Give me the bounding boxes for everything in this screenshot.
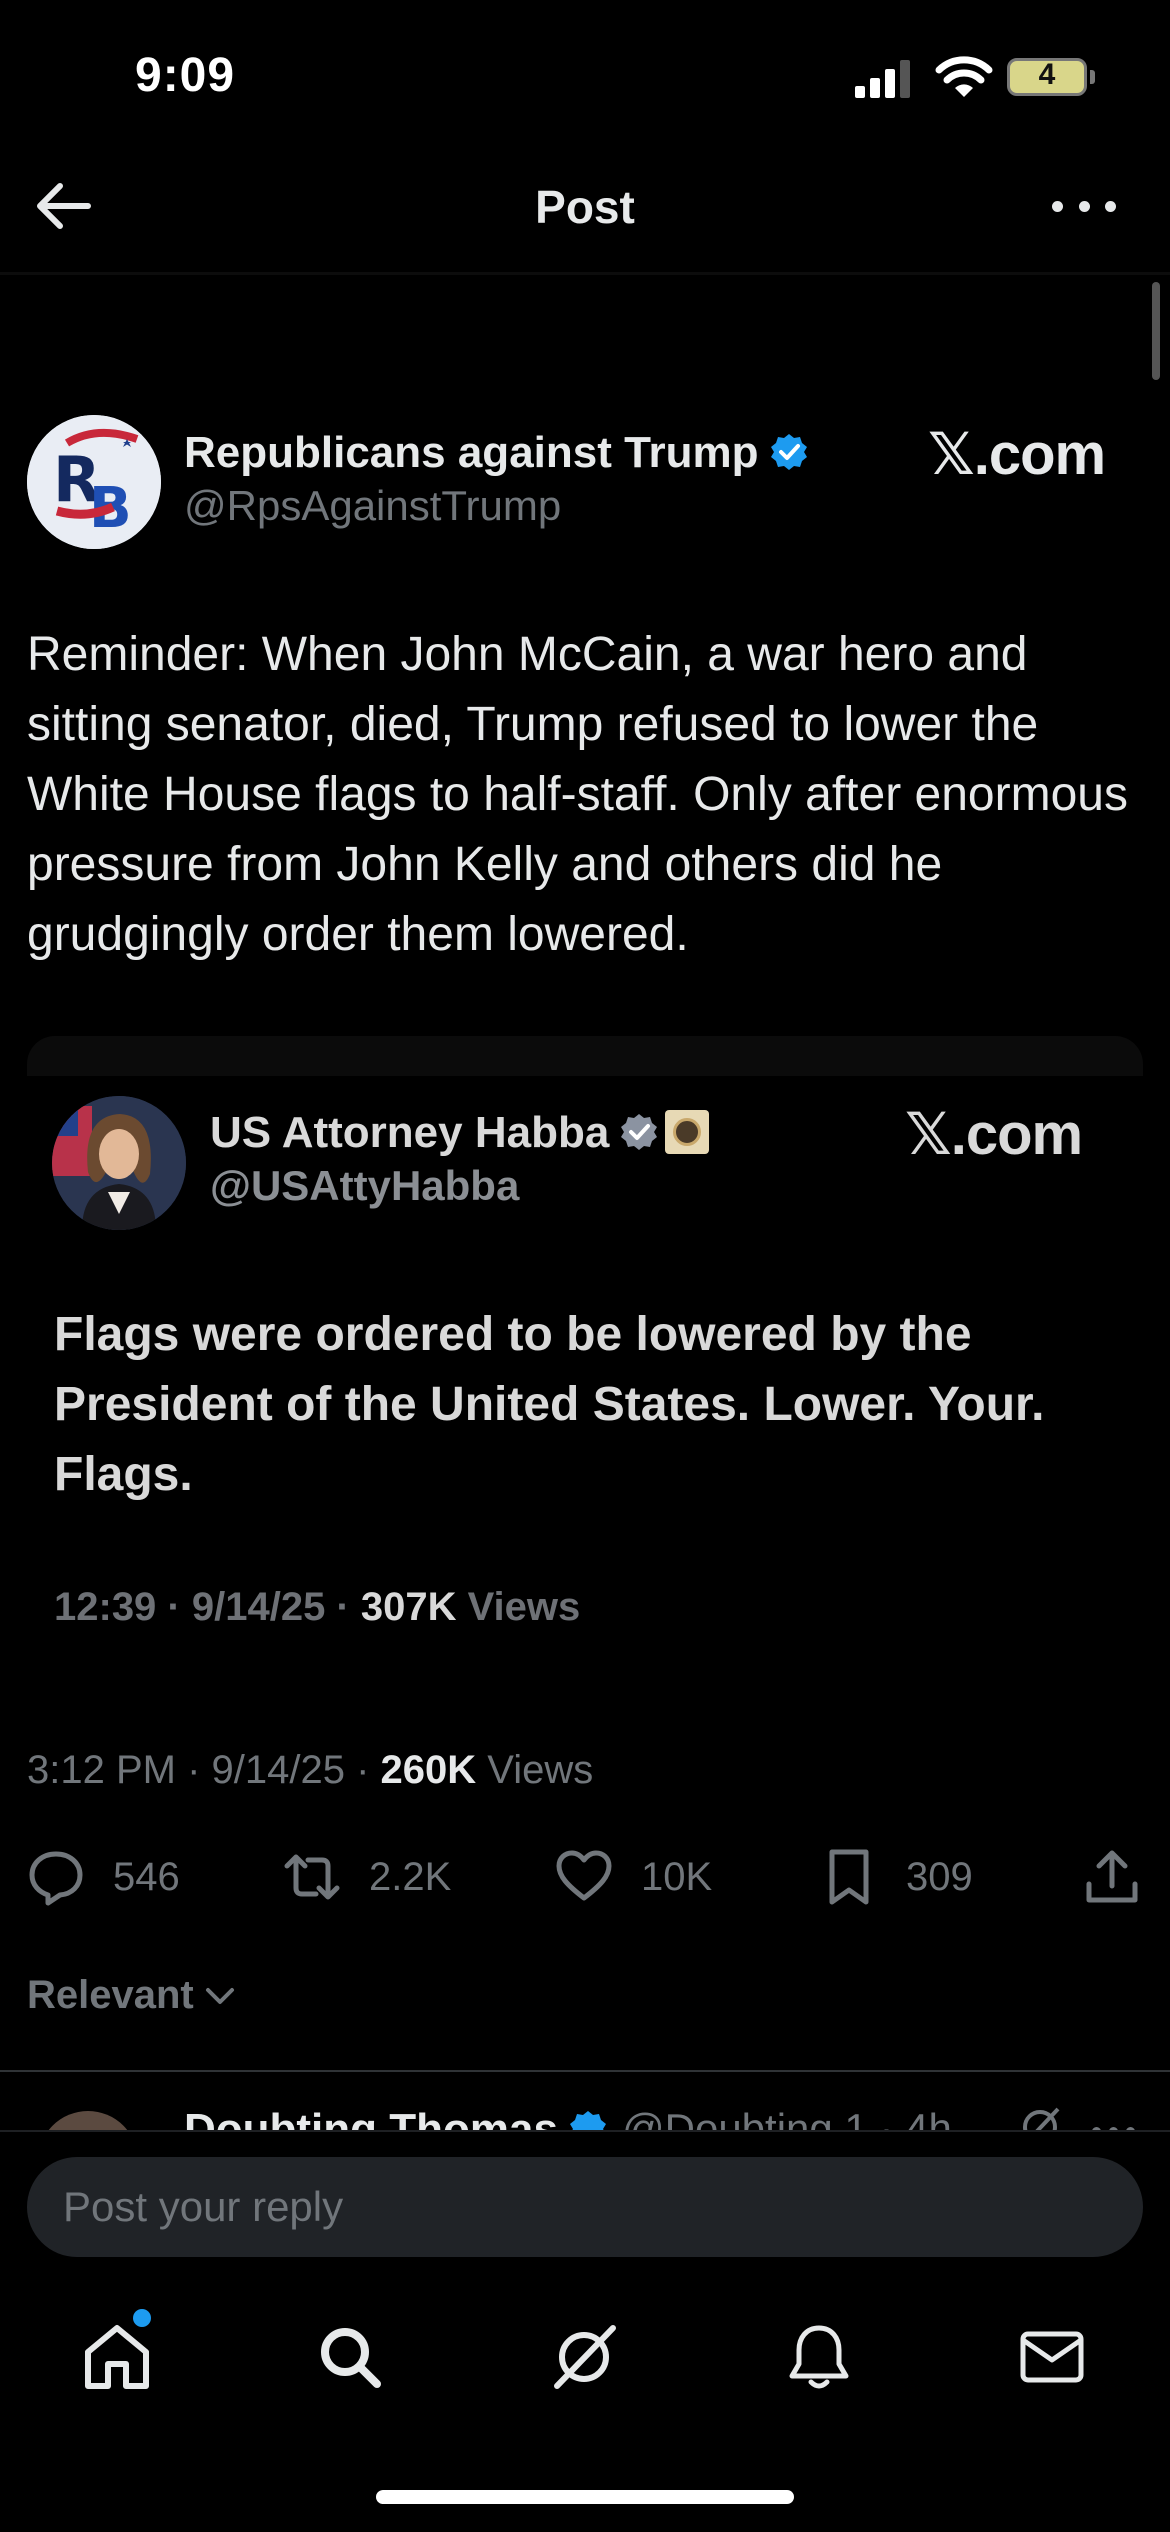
post-views-count: 260K <box>380 1748 477 1792</box>
verified-badge-icon <box>621 1114 658 1150</box>
rb-logo-icon: R B <box>27 415 161 549</box>
post-meta: 3:12 PM · 9/14/25 · 260K Views <box>27 1748 593 1793</box>
page-title: Post <box>535 181 635 233</box>
reply-icon <box>29 1851 83 1906</box>
bookmark-button[interactable]: 309 <box>820 1842 973 1912</box>
post-meta-time: 3:12 PM · 9/14/25 · <box>27 1748 381 1792</box>
tab-home[interactable] <box>80 2320 154 2394</box>
verified-badge-icon <box>569 2111 606 2130</box>
reply-handle-time: @Doubting 1 · 4h <box>622 2105 952 2130</box>
reply-author-name-text: Doubting Thomas <box>184 2105 558 2130</box>
embed-author-name-text: US Attorney Habba <box>210 1108 610 1157</box>
like-count: 10K <box>641 1854 713 1899</box>
battery-icon: 4 <box>1007 58 1087 96</box>
battery-tip <box>1090 70 1095 84</box>
embed-author-avatar <box>52 1096 186 1230</box>
embed-x-watermark: 𝕏.com <box>905 1102 1083 1167</box>
author-name-text: Republicans against Trump <box>184 428 759 477</box>
bookmark-count: 309 <box>906 1854 973 1899</box>
author-avatar[interactable]: R B <box>27 415 161 549</box>
grok-icon[interactable] <box>1018 2105 1062 2130</box>
author-name[interactable]: Republicans against Trump <box>184 428 809 478</box>
sort-relevant-dropdown[interactable]: Relevant <box>27 1973 238 2018</box>
embed-meta-time: 12:39 · 9/14/25 · <box>54 1585 361 1629</box>
share-icon <box>1086 1850 1138 1903</box>
embed-views-count: 307K <box>360 1585 457 1629</box>
cellular-signal-icon <box>855 60 910 98</box>
more-options-button[interactable] <box>1052 178 1116 234</box>
tab-messages[interactable] <box>1015 2320 1089 2394</box>
tab-search[interactable] <box>313 2320 387 2394</box>
sort-label: Relevant <box>27 1973 194 2017</box>
reply-avatar[interactable] <box>38 2111 138 2130</box>
tab-notifications[interactable] <box>782 2320 856 2394</box>
status-time: 9:09 <box>135 49 236 102</box>
mail-icon <box>1020 2331 1084 2383</box>
post-views-label: Views <box>476 1748 594 1792</box>
reply-divider <box>0 2070 1170 2072</box>
repost-button[interactable]: 2.2K <box>283 1842 451 1912</box>
battery-level: 4 <box>1038 58 1056 91</box>
embed-author-name: US Attorney Habba <box>210 1108 710 1158</box>
chevron-down-icon <box>205 1987 234 2004</box>
bell-icon <box>789 2325 849 2389</box>
embed-views-label: Views <box>456 1585 581 1629</box>
verified-badge-icon <box>770 434 807 470</box>
more-dot-icon <box>1105 200 1116 212</box>
reply-input[interactable] <box>27 2157 1143 2257</box>
header-divider <box>0 272 1170 275</box>
more-dot-icon <box>1078 200 1090 212</box>
like-button[interactable]: 10K <box>555 1842 712 1912</box>
reply-button[interactable]: 546 <box>27 1842 180 1912</box>
home-icon <box>85 2325 149 2389</box>
x-watermark: 𝕏.com <box>928 422 1106 487</box>
share-button[interactable] <box>1083 1842 1169 1912</box>
embed-author-handle: @USAttyHabba <box>210 1162 520 1209</box>
notification-dot <box>133 2309 151 2327</box>
embedded-card-edge <box>27 1036 1143 1076</box>
reply-count: 546 <box>113 1854 180 1899</box>
post-text: Reminder: When John McCain, a war hero a… <box>27 628 1128 961</box>
search-icon <box>321 2328 381 2388</box>
bookmark-icon <box>829 1849 869 1905</box>
grok-icon <box>554 2325 616 2389</box>
more-dot-icon <box>1052 200 1063 212</box>
scrollbar[interactable] <box>1152 282 1160 380</box>
wifi-icon <box>935 56 993 97</box>
reply-author-name[interactable]: Doubting Thomas <box>184 2105 608 2130</box>
author-handle[interactable]: @RpsAgainstTrump <box>184 482 561 530</box>
embed-text: Flags were ordered to be lowered by the … <box>54 1308 1045 1501</box>
repost-count: 2.2K <box>369 1854 452 1899</box>
portrait-icon <box>52 1096 186 1230</box>
embed-meta: 12:39 · 9/14/25 · 307K Views <box>54 1585 580 1630</box>
reply-preview[interactable]: Doubting Thomas @Doubting 1 · 4h <box>0 2075 1170 2130</box>
home-indicator[interactable] <box>376 2490 794 2504</box>
heart-icon <box>556 1850 612 1901</box>
doj-seal-icon <box>665 1110 710 1154</box>
repost-icon <box>284 1854 340 1900</box>
tab-grok[interactable] <box>547 2320 621 2394</box>
